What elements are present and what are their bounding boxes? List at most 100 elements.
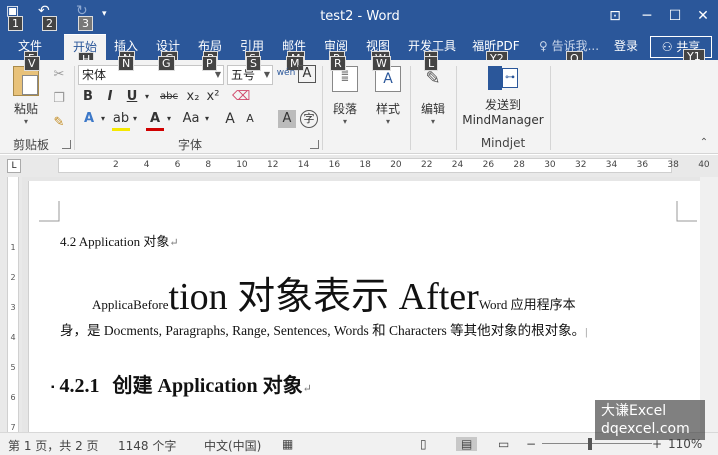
styles-button[interactable]: A 样式 ▾ <box>370 66 406 136</box>
tell-me-box[interactable]: ♀ 告诉我... Q <box>534 34 604 66</box>
chevron-down-icon[interactable]: ▾ <box>130 110 140 128</box>
horizontal-ruler[interactable]: 2 4 6 8 10 12 14 16 18 20 22 24 26 28 30 32 34 36 38 40 <box>58 158 710 173</box>
tab-selector[interactable]: L <box>7 159 21 173</box>
shrink-font-label: A <box>246 112 254 125</box>
vertical-ruler[interactable]: 12345678 <box>0 177 22 455</box>
collapse-ribbon-icon[interactable]: ⌃ <box>696 134 712 152</box>
highlight-color-icon[interactable]: ab <box>112 110 130 131</box>
bold-label: B <box>83 89 93 104</box>
bold-button[interactable]: B <box>80 88 96 106</box>
char-border-icon[interactable]: A <box>298 65 316 83</box>
strikethrough-button[interactable]: abc <box>156 88 182 106</box>
keytip-font-p: P <box>202 56 217 71</box>
vertical-scrollbar[interactable] <box>700 177 718 432</box>
mindjet-group-label: Mindjet <box>480 136 526 150</box>
keytip-styles: W <box>372 56 391 71</box>
cut-icon[interactable]: ✂ <box>50 66 68 84</box>
minimize-button[interactable]: ─ <box>636 6 658 26</box>
window-title: test2 - Word <box>320 9 400 24</box>
undo-button[interactable]: ↶ 2 <box>36 4 58 31</box>
maximize-button[interactable]: ☐ <box>664 6 686 26</box>
vertical-ruler-number: 1 <box>10 243 16 252</box>
heading-text: 创建 Application 对象 <box>112 375 303 397</box>
keytip-redo: 3 <box>78 16 93 31</box>
ribbon-display-button[interactable]: ⊡ <box>604 6 626 26</box>
chevron-down-icon[interactable]: ▾ <box>98 110 108 128</box>
doc-line-2: ApplicaBeforetion 对象表示 AfterWord 应用程序本 <box>92 265 576 318</box>
macro-record-icon[interactable]: ▦ <box>282 437 293 451</box>
chevron-down-icon[interactable]: ▾ <box>164 110 174 128</box>
keytip-undo: 2 <box>42 16 57 31</box>
paragraph-mark-icon: ↵ <box>302 383 312 395</box>
clipboard-group-label: 剪贴板 <box>12 138 49 152</box>
clear-formatting-icon[interactable]: ⌫ <box>232 88 250 106</box>
styles-label: 样式 <box>375 102 400 116</box>
ruler-number: 30 <box>544 160 556 170</box>
ruler-number: 2 <box>113 160 119 170</box>
doc-heading: ▪ 4.2.1 创建 Application 对象↵ <box>51 369 312 398</box>
save-button[interactable]: ▣ 1 <box>4 4 26 31</box>
paste-button[interactable]: 粘贴 ▾ <box>8 66 44 126</box>
web-layout-icon[interactable]: ▭ <box>498 437 509 451</box>
subscript-button[interactable]: x₂ <box>184 88 202 106</box>
chevron-down-icon[interactable]: ▾ <box>202 110 212 128</box>
zoom-slider-track[interactable] <box>542 443 652 444</box>
customize-qat-button[interactable]: ▾ <box>100 4 114 30</box>
close-button[interactable]: ✕ <box>692 6 714 26</box>
underline-button[interactable]: U <box>124 88 140 106</box>
copy-icon[interactable]: ❐ <box>50 90 68 108</box>
separator <box>456 66 457 150</box>
read-mode-icon[interactable]: ▯ <box>420 437 427 451</box>
shrink-font-button[interactable]: A <box>242 110 258 128</box>
separator <box>74 66 75 150</box>
vertical-ruler-number: 7 <box>10 423 16 432</box>
chevron-down-icon[interactable]: ▾ <box>142 88 152 106</box>
doc-line-3: 身，是 Docments, Paragraphs, Range, Sentenc… <box>60 319 587 339</box>
vertical-ruler-number: 6 <box>10 393 16 402</box>
enclose-char-button[interactable]: 字 <box>300 110 318 128</box>
phonetic-guide-icon[interactable]: wén <box>276 64 296 82</box>
ruler-number: 10 <box>236 160 248 170</box>
chevron-down-icon: ▾ <box>342 117 347 126</box>
language-indicator[interactable]: 中文(中国) <box>204 437 261 454</box>
page-count[interactable]: 第 1 页，共 2 页 <box>8 437 99 454</box>
superscript-button[interactable]: x² <box>204 88 222 106</box>
font-color-icon[interactable]: A <box>146 110 164 131</box>
ruler-number: 8 <box>205 160 212 170</box>
tab-foxit-pdf[interactable]: 福昕PDF Y2 <box>466 34 526 66</box>
editing-button[interactable]: ✎ 编辑 ▾ <box>416 66 450 136</box>
paragraph-button[interactable]: ≡ ≡ 段落 ▾ <box>328 66 362 136</box>
grow-font-button[interactable]: A <box>222 110 238 128</box>
change-case-button[interactable]: Aa <box>180 110 202 128</box>
text-effects-button[interactable]: A <box>80 110 98 128</box>
share-button[interactable]: ⚇ 共享 Y1 <box>650 36 712 64</box>
zoom-slider-thumb[interactable] <box>588 438 592 450</box>
doc-line-1: 4.2 Application 对象↵ <box>60 231 179 250</box>
text-cursor-icon: | <box>585 326 588 338</box>
send-to-mindmanager-button[interactable]: ⊶ 发送到 MindManager <box>460 66 546 132</box>
format-painter-icon[interactable]: ✎ <box>50 114 68 132</box>
ruler-number: 12 <box>267 160 279 170</box>
ruler-number: 34 <box>605 160 618 170</box>
char-shading-button[interactable]: A <box>278 110 296 128</box>
zoom-out-button[interactable]: − <box>526 437 536 451</box>
ruler-number: 22 <box>421 160 433 170</box>
italic-button[interactable]: I <box>102 88 118 106</box>
keytip-font-group: G <box>158 56 175 71</box>
print-layout-icon[interactable]: ▤ <box>456 437 478 451</box>
watermark-line-2: dqexcel.com <box>601 421 690 437</box>
sign-in-link[interactable]: 登录 <box>608 34 644 60</box>
keytip-font-size: S <box>246 56 261 71</box>
separator <box>322 66 323 150</box>
font-launcher-icon[interactable] <box>310 140 319 149</box>
heading-number: 4.2.1 <box>59 375 100 397</box>
ruler-number: 24 <box>451 160 464 170</box>
redo-button[interactable]: ↻ 3 <box>74 4 96 31</box>
lightbulb-icon: ♀ <box>538 39 548 53</box>
clipboard-launcher-icon[interactable] <box>62 140 71 149</box>
list-bullet-icon: ▪ <box>51 381 55 393</box>
tab-home[interactable]: 开始 H <box>64 34 106 67</box>
word-count[interactable]: 1148 个字 <box>118 437 176 454</box>
underline-label: U <box>126 89 138 104</box>
document-page[interactable]: 4.2 Application 对象↵ ApplicaBeforetion 对象… <box>28 181 700 432</box>
